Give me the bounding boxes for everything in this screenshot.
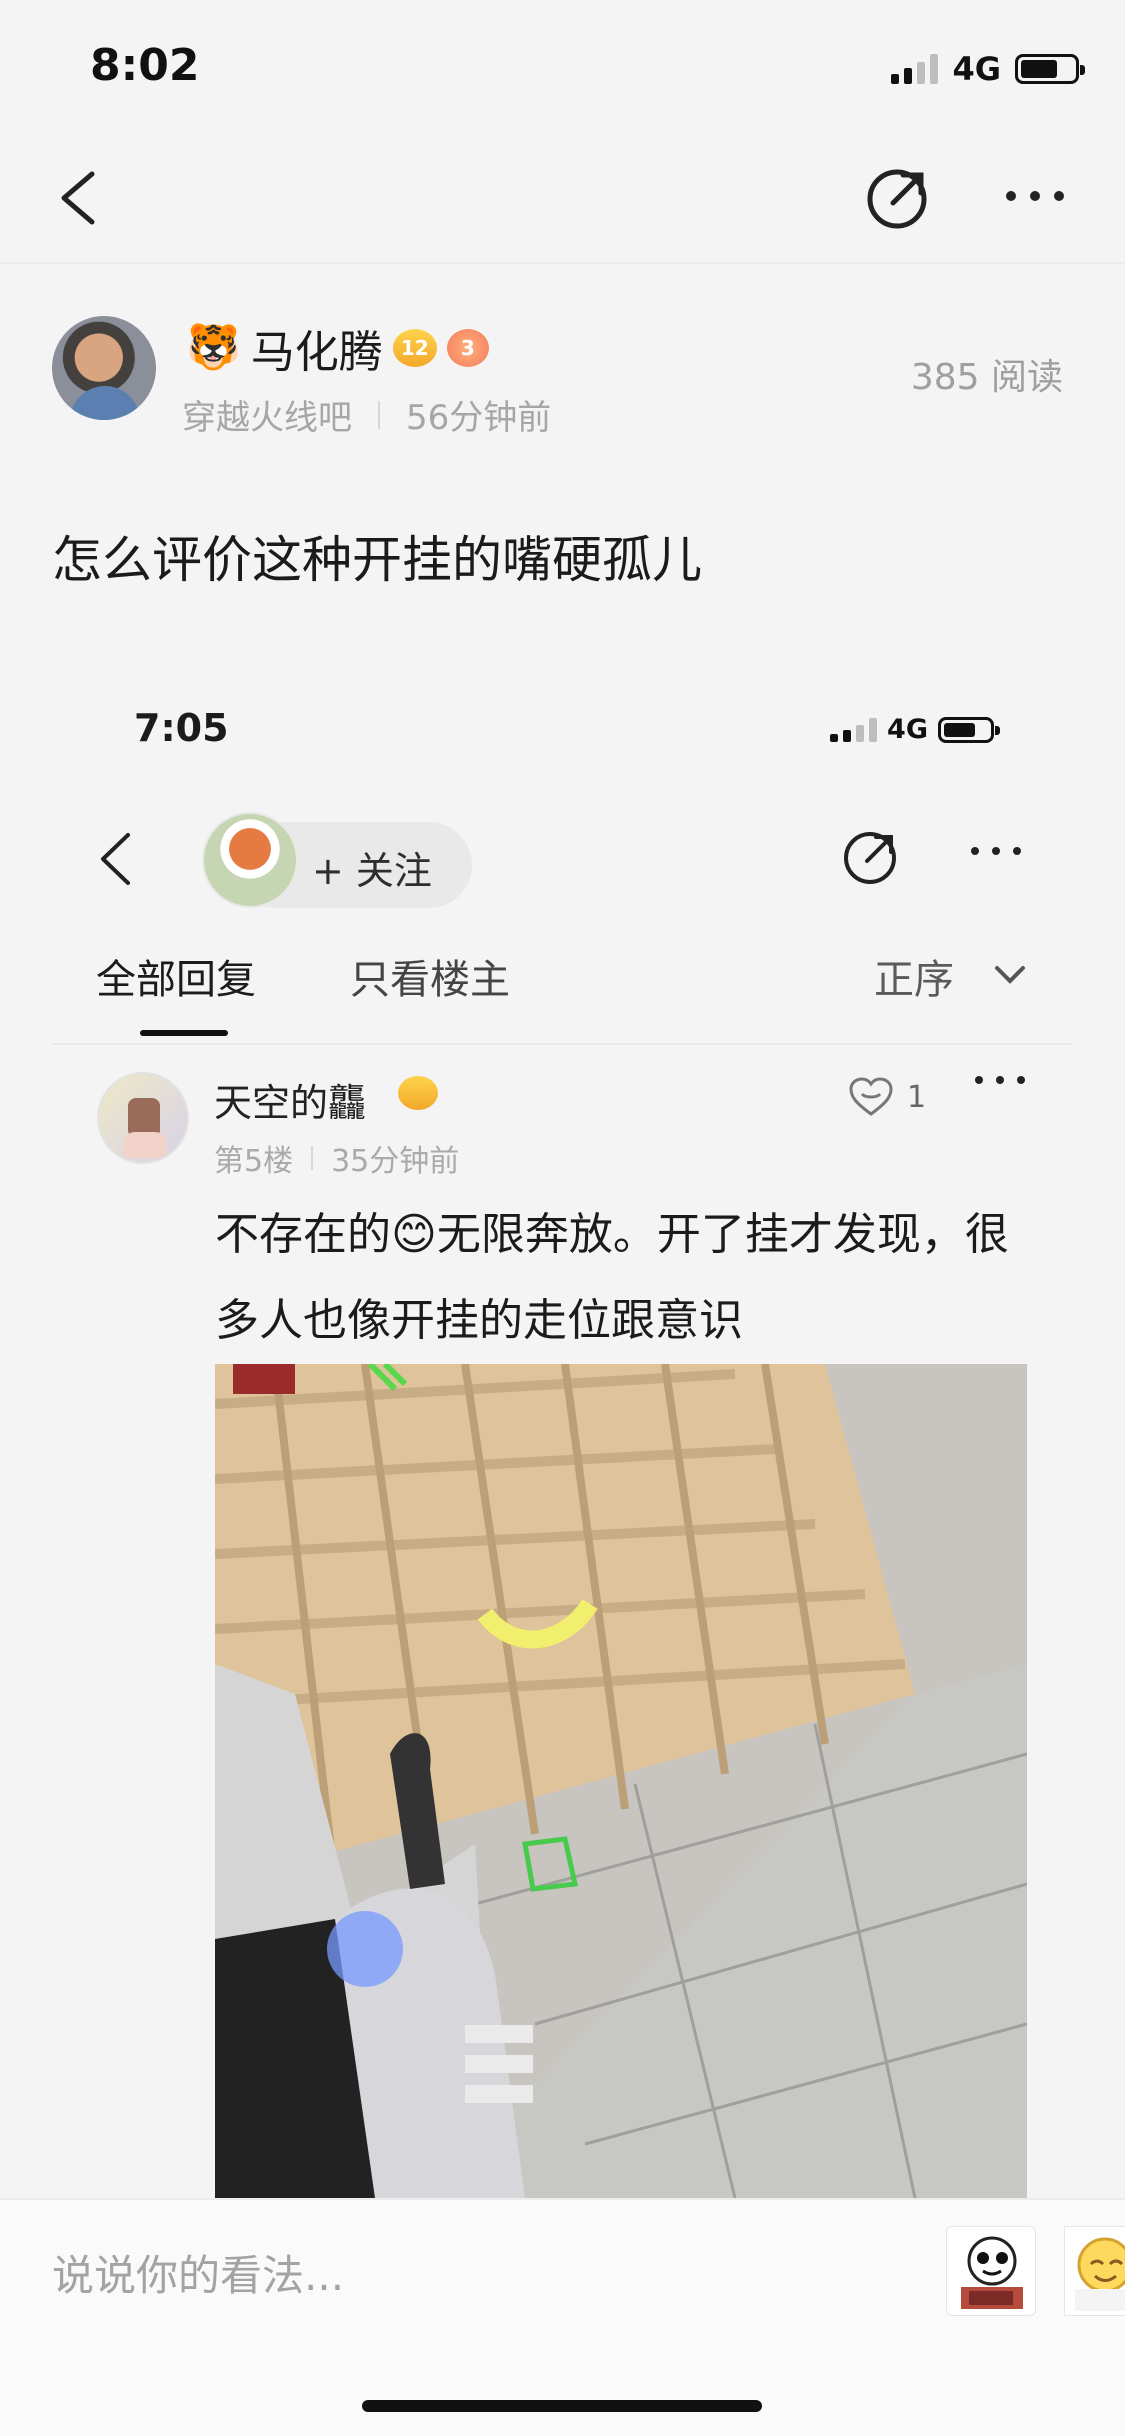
read-count: 385 阅读 bbox=[910, 357, 1063, 398]
smile-emoji-icon[interactable] bbox=[1064, 2226, 1125, 2316]
reply-floor: 第5楼 bbox=[214, 1144, 294, 1179]
game-screenshot-image bbox=[215, 1364, 1027, 2198]
reply-emoji: 😊 bbox=[391, 1209, 437, 1260]
post-title: 怎么评价这种开挂的嘴硬孤儿 bbox=[52, 531, 702, 589]
tiger-icon: 🐯 bbox=[186, 322, 241, 373]
reply-more-icon bbox=[972, 1072, 1028, 1091]
back-icon[interactable] bbox=[48, 168, 108, 228]
panda-emoji-icon[interactable] bbox=[946, 2226, 1036, 2316]
status-bar: 8:02 4G bbox=[0, 0, 1125, 132]
status-time: 8:02 bbox=[90, 40, 200, 91]
tab-owner-only: 只看楼主 bbox=[350, 957, 510, 1003]
embedded-more-icon bbox=[968, 844, 1024, 858]
like-area: 1 bbox=[847, 1076, 926, 1118]
more-icon[interactable] bbox=[1000, 176, 1070, 216]
comment-input[interactable]: 说说你的看法... bbox=[52, 2242, 344, 2303]
like-icon bbox=[849, 1077, 893, 1116]
active-tab-indicator bbox=[140, 1030, 228, 1036]
fire-badge-icon: 3 bbox=[446, 329, 489, 367]
status-icons: 4G bbox=[891, 50, 1085, 88]
embedded-signal-icon bbox=[830, 717, 878, 742]
reply-meta: 第5楼 35分钟前 bbox=[214, 1136, 459, 1180]
home-indicator bbox=[362, 2400, 762, 2412]
embedded-share-icon bbox=[840, 826, 902, 888]
post-header: 🐯 马化腾 12 3 穿越火线吧 56分钟前 385 阅读 bbox=[0, 266, 1125, 466]
reply-text-start: 不存在的 bbox=[215, 1209, 391, 1260]
author-row: 🐯 马化腾 12 3 bbox=[186, 316, 489, 380]
tab-all-replies: 全部回复 bbox=[96, 957, 256, 1003]
reply-item: 天空的龘 第5楼 35分钟前 1 不存在的😊无限奔放。开了挂才发现，很多人也像开… bbox=[52, 1052, 1072, 2198]
chevron-down-icon bbox=[992, 963, 1028, 987]
share-icon[interactable] bbox=[862, 162, 934, 234]
top-navigation bbox=[0, 132, 1125, 264]
sort-order: 正序 bbox=[874, 957, 954, 1003]
reply-meta-divider bbox=[311, 1146, 314, 1170]
battery-icon bbox=[1015, 54, 1085, 84]
meta-divider bbox=[378, 400, 380, 429]
level-badge-icon: 12 bbox=[392, 329, 437, 367]
post-meta: 穿越火线吧 56分钟前 bbox=[182, 390, 551, 439]
forum-name[interactable]: 穿越火线吧 bbox=[182, 390, 352, 439]
like-count: 1 bbox=[907, 1079, 927, 1115]
embedded-status-icons: 4G bbox=[830, 714, 1000, 745]
post-time: 56分钟前 bbox=[406, 398, 552, 438]
reply-text: 不存在的😊无限奔放。开了挂才发现，很多人也像开挂的走位跟意识 bbox=[215, 1192, 1025, 1364]
follow-label: + 关注 bbox=[312, 849, 432, 893]
reply-author: 天空的龘 bbox=[214, 1081, 367, 1125]
reply-time: 35分钟前 bbox=[331, 1144, 460, 1179]
reply-avatar bbox=[97, 1072, 189, 1164]
signal-icon bbox=[891, 54, 939, 84]
embedded-back-icon bbox=[94, 830, 138, 888]
reply-tabs: 全部回复 只看楼主 正序 bbox=[52, 927, 1072, 1045]
embedded-screenshot[interactable]: 7:05 4G + 关注 全部回复 只看楼主 正序 天空的龘 第5楼 35分钟前… bbox=[52, 672, 1072, 2198]
forum-avatar bbox=[202, 812, 298, 908]
author-name[interactable]: 马化腾 bbox=[251, 316, 383, 380]
author-avatar[interactable] bbox=[52, 316, 156, 420]
embedded-network-label: 4G bbox=[887, 714, 928, 745]
network-label: 4G bbox=[952, 50, 1001, 88]
embedded-status-time: 7:05 bbox=[134, 706, 229, 750]
embedded-navigation: + 关注 bbox=[52, 802, 1072, 917]
reply-level-icon bbox=[398, 1076, 438, 1110]
embedded-battery-icon bbox=[938, 716, 1000, 743]
